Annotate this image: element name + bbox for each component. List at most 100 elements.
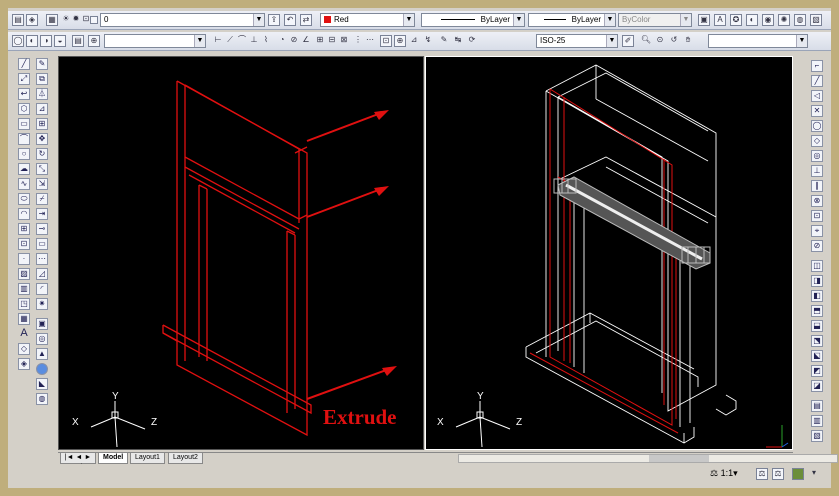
offset-icon[interactable]: ⊿ [36,103,48,115]
layer-manager-icon[interactable]: ▤ [12,14,24,26]
zoom-icon[interactable]: ⊕ [88,35,100,47]
dim-linear-icon[interactable]: ⊢ [212,35,224,47]
insert-block-icon[interactable]: ⊞ [18,223,30,235]
view-dropdown[interactable]: ▼ [104,34,206,48]
solid-union-icon[interactable]: ◫ [811,260,823,272]
chevron-down-icon[interactable]: ▼ [606,35,617,47]
tangent-snap-icon[interactable]: ◎ [811,150,823,162]
break-at-point-icon[interactable]: ⊸ [36,223,48,235]
dim-space-icon[interactable]: ⋮ [352,35,364,47]
layer-state-icon[interactable]: ◈ [26,14,38,26]
auto-scale-icon[interactable]: ⚖ [772,468,784,480]
dim-continue-icon[interactable]: ⊠ [338,35,350,47]
array-icon[interactable]: ⊞ [36,118,48,130]
arc-icon[interactable]: ⌒ [18,133,30,145]
zoom-previous-icon[interactable]: ↺ [668,35,680,47]
ellipse-arc-icon[interactable]: ◠ [18,208,30,220]
dim-break-icon[interactable]: ⋯ [364,35,376,47]
join-icon[interactable]: ⋯ [36,253,48,265]
point-icon[interactable]: · [18,253,30,265]
dim-angular-icon[interactable]: ∠ [300,35,312,47]
rotate-faces-icon[interactable]: ◩ [811,365,823,377]
2d-wireframe-icon[interactable]: ◯ [12,35,24,47]
stretch-icon[interactable]: ⇲ [36,178,48,190]
cone-icon[interactable]: ▲ [36,348,48,360]
move-faces-icon[interactable]: ⬓ [811,320,823,332]
line-icon[interactable]: ╱ [18,58,30,70]
chevron-down-icon[interactable]: ▼ [680,14,691,26]
node-snap-icon[interactable]: ⊗ [811,195,823,207]
circle-icon[interactable]: ○ [18,148,30,160]
scale-icon[interactable]: ⤡ [36,163,48,175]
dim-jog-icon[interactable]: ⌇ [260,35,272,47]
3d-hidden-icon[interactable]: ◐ [26,35,38,47]
dim-radius-icon[interactable]: ◔ [276,35,288,47]
dim-edit-icon[interactable]: ✎ [438,35,450,47]
solid-subtract-icon[interactable]: ◨ [811,275,823,287]
dim-text-edit-icon[interactable]: ↹ [452,35,464,47]
render-icon[interactable]: ✪ [730,14,742,26]
chevron-down-icon[interactable]: ▼ [513,14,524,26]
parallel-snap-icon[interactable]: ∥ [811,180,823,192]
tab-navigation-arrows[interactable]: |◄ ◄ ► ►| [60,453,96,471]
dim-aligned-icon[interactable]: ⟋ [224,35,236,47]
hatch-icon[interactable]: ▨ [18,268,30,280]
lights-icon[interactable]: ✺ [778,14,790,26]
modify-icon[interactable]: ◈ [18,358,30,370]
tab-layout2[interactable]: Layout2 [168,453,203,464]
extrude-faces-icon[interactable]: ⬒ [811,305,823,317]
box-icon[interactable]: ▣ [36,318,48,330]
realistic-icon[interactable]: ◑ [40,35,52,47]
color-faces-icon[interactable]: ▥ [811,415,823,427]
workspace-dropdown[interactable]: ▼ [708,34,808,48]
revcloud-icon[interactable]: ☁ [18,163,30,175]
endpoint-snap-icon[interactable]: ╱ [811,75,823,87]
table-icon[interactable]: ▦ [18,313,30,325]
viewport-right[interactable]: Y X Z [425,56,793,450]
named-views-icon[interactable]: ▤ [72,35,84,47]
plotstyle-dropdown[interactable]: ByColor ▼ [618,13,692,27]
snap-settings-icon[interactable]: ⌐ [811,60,823,72]
mtext-icon[interactable]: A [18,328,30,340]
chevron-down-icon[interactable]: ▼ [796,35,807,47]
polygon-icon[interactable]: ⬡ [18,103,30,115]
rotate-icon[interactable]: ↻ [36,148,48,160]
chevron-down-icon[interactable]: ▼ [403,14,414,26]
delete-faces-icon[interactable]: ⬕ [811,350,823,362]
move-icon[interactable]: ✥ [36,133,48,145]
center-snap-icon[interactable]: ◯ [811,120,823,132]
jogged-linear-icon[interactable]: ↯ [422,35,434,47]
layer-props-icon[interactable]: ▦ [46,14,58,26]
quadrant-snap-icon[interactable]: ◇ [811,135,823,147]
zoom-window-icon[interactable]: ⊙ [654,35,666,47]
dimstyle-dropdown[interactable]: ISO-25 ▼ [536,34,618,48]
materials-icon[interactable]: ◍ [794,14,806,26]
none-snap-icon[interactable]: ⊘ [811,240,823,252]
tab-layout1[interactable]: Layout1 [130,453,165,464]
chevron-down-icon[interactable]: ▼ [253,14,264,26]
annotation-visibility-icon[interactable]: ⚖ [756,468,768,480]
sphere-icon[interactable] [36,363,48,375]
break-icon[interactable]: ▭ [36,238,48,250]
color-dropdown[interactable]: Red ▼ [320,13,415,27]
dim-quick-icon[interactable]: ⊞ [314,35,326,47]
layer-dropdown[interactable]: 0 ▼ [100,13,265,27]
taper-faces-icon[interactable]: ◪ [811,380,823,392]
nearest-snap-icon[interactable]: ⌖ [811,225,823,237]
midpoint-snap-icon[interactable]: ◁ [811,90,823,102]
viewport-left[interactable]: Extrude Y X Z [58,56,424,450]
status-menu-icon[interactable]: ▾ [808,468,820,480]
camera-icon[interactable]: ◉ [762,14,774,26]
tray-settings-icon[interactable] [792,468,804,480]
offset-faces-icon[interactable]: ⬔ [811,335,823,347]
add-selected-icon[interactable]: ◇ [18,343,30,355]
conceptual-icon[interactable]: ◒ [54,35,66,47]
lineweight-dropdown[interactable]: ByLayer ▼ [528,13,616,27]
chamfer-icon[interactable]: ◿ [36,268,48,280]
spline-icon[interactable]: ∿ [18,178,30,190]
perpendicular-snap-icon[interactable]: ⊥ [811,165,823,177]
layer-isolate-icon[interactable]: ⇄ [300,14,312,26]
make-current-icon[interactable]: ⇪ [268,14,280,26]
dimstyle-manager-icon[interactable]: ✐ [622,35,634,47]
tolerance-icon[interactable]: ⊡ [380,35,392,47]
